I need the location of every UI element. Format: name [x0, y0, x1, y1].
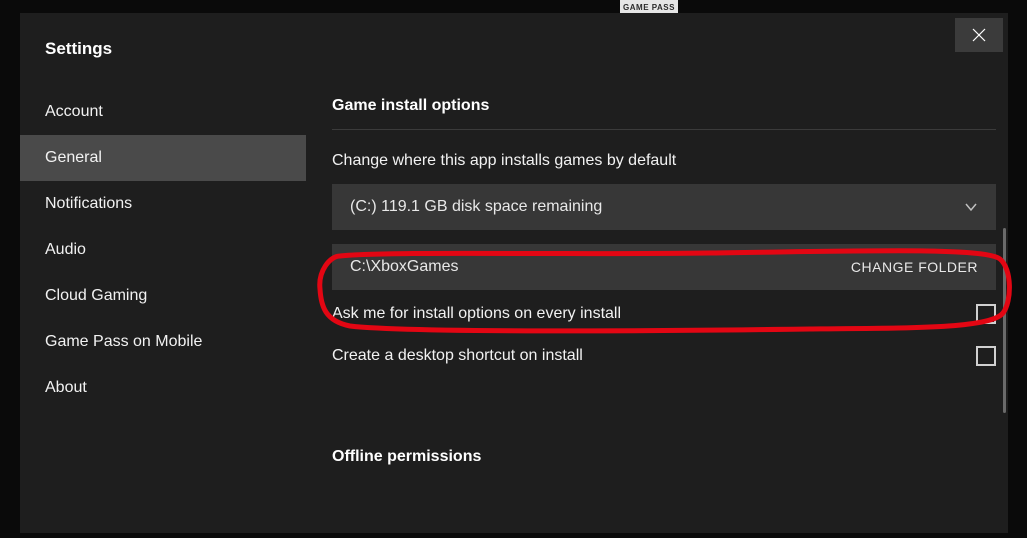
sidebar-item-audio[interactable]: Audio	[20, 227, 306, 273]
game-pass-badge: GAME PASS	[620, 0, 678, 14]
sidebar-item-label: Notifications	[45, 195, 132, 213]
desktop-shortcut-checkbox[interactable]	[976, 346, 996, 366]
offline-section-title: Offline permissions	[332, 448, 980, 466]
change-where-label: Change where this app installs games by …	[332, 152, 980, 170]
ask-install-row: Ask me for install options on every inst…	[332, 304, 996, 324]
settings-dialog: Settings Account General Notifications A…	[20, 13, 1008, 533]
change-folder-button[interactable]: CHANGE FOLDER	[851, 259, 978, 275]
sidebar-item-cloud-gaming[interactable]: Cloud Gaming	[20, 273, 306, 319]
sidebar-item-label: Game Pass on Mobile	[45, 333, 202, 351]
sidebar-item-notifications[interactable]: Notifications	[20, 181, 306, 227]
dialog-header: Settings	[20, 13, 1008, 85]
install-folder-row[interactable]: C:\XboxGames CHANGE FOLDER	[332, 244, 996, 290]
install-folder-path: C:\XboxGames	[350, 258, 458, 276]
content-pane: Game install options Change where this a…	[306, 85, 1008, 533]
sidebar: Account General Notifications Audio Clou…	[20, 85, 306, 533]
sidebar-item-about[interactable]: About	[20, 365, 306, 411]
sidebar-item-label: Audio	[45, 241, 86, 259]
ask-install-checkbox[interactable]	[976, 304, 996, 324]
sidebar-item-label: General	[45, 149, 102, 167]
chevron-down-icon	[964, 200, 978, 214]
section-title: Game install options	[332, 97, 980, 115]
sidebar-item-label: Account	[45, 103, 103, 121]
sidebar-item-account[interactable]: Account	[20, 89, 306, 135]
sidebar-item-game-pass-mobile[interactable]: Game Pass on Mobile	[20, 319, 306, 365]
ask-install-label: Ask me for install options on every inst…	[332, 305, 621, 323]
close-icon	[972, 28, 986, 42]
sidebar-item-label: About	[45, 379, 87, 397]
divider	[332, 129, 996, 130]
dialog-title: Settings	[45, 39, 112, 59]
sidebar-item-general[interactable]: General	[20, 135, 306, 181]
drive-selector[interactable]: (C:) 119.1 GB disk space remaining	[332, 184, 996, 230]
desktop-shortcut-row: Create a desktop shortcut on install	[332, 346, 996, 366]
scrollbar-thumb[interactable]	[1003, 228, 1006, 413]
drive-selector-value: (C:) 119.1 GB disk space remaining	[350, 198, 602, 216]
desktop-shortcut-label: Create a desktop shortcut on install	[332, 347, 583, 365]
close-button[interactable]	[955, 18, 1003, 52]
sidebar-item-label: Cloud Gaming	[45, 287, 147, 305]
dialog-body: Account General Notifications Audio Clou…	[20, 85, 1008, 533]
